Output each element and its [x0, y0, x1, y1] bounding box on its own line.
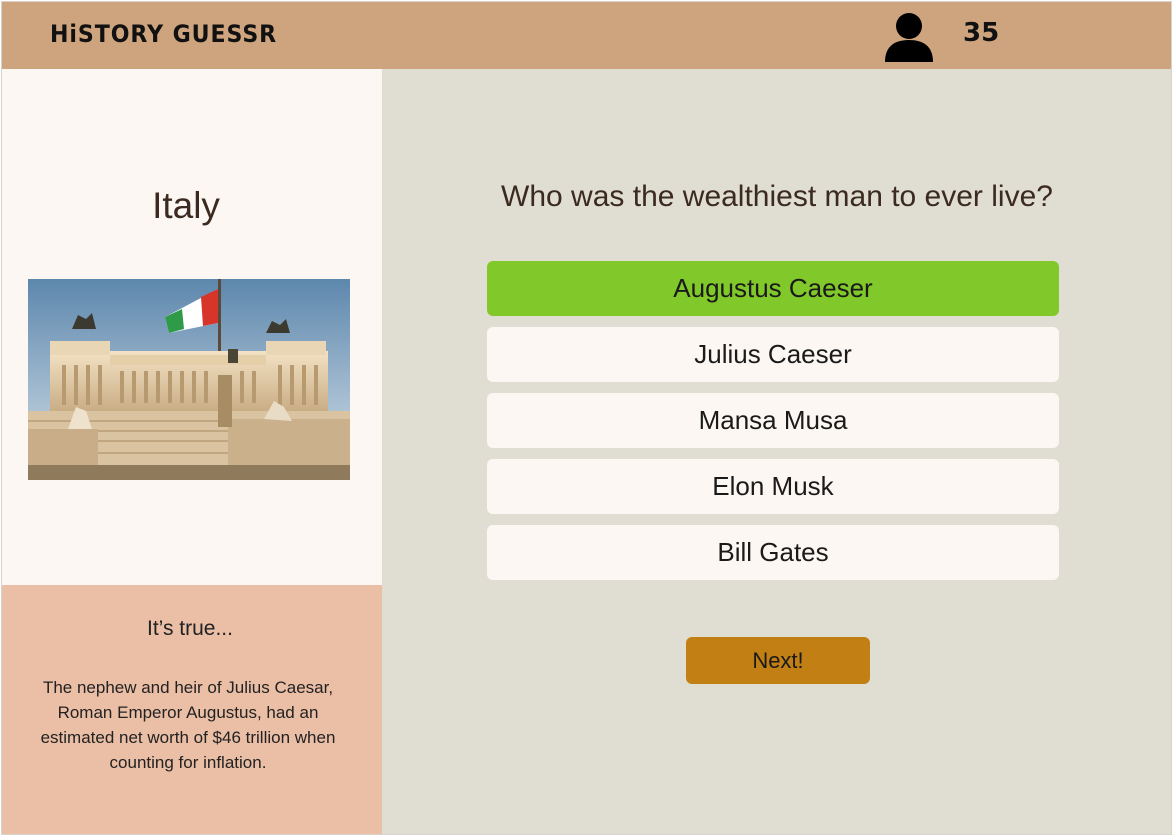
app-logo[interactable]: HiSTORY GUESSR [50, 20, 277, 48]
header-bar: HiSTORY GUESSR 35 [2, 2, 1171, 69]
answer-option-2[interactable]: Julius Caeser [487, 327, 1059, 382]
next-button[interactable]: Next! [686, 637, 870, 684]
user-icon[interactable] [882, 10, 936, 62]
answer-option-3[interactable]: Mansa Musa [487, 393, 1059, 448]
score-counter: 35 [963, 18, 1000, 48]
country-name: Italy [152, 185, 220, 226]
question-text: Who was the wealthiest man to ever live? [501, 180, 1053, 213]
answer-option-1[interactable]: Augustus Caeser [487, 261, 1059, 316]
fun-fact-panel: It’s true... The nephew and heir of Juli… [2, 585, 382, 834]
answer-option-4[interactable]: Elon Musk [487, 459, 1059, 514]
country-photo [28, 279, 350, 480]
answer-option-5[interactable]: Bill Gates [487, 525, 1059, 580]
app-frame: HiSTORY GUESSR 35 Italy It’s true... The… [1, 1, 1172, 835]
fact-title: It’s true... [147, 617, 233, 640]
fact-text: The nephew and heir of Julius Caesar, Ro… [40, 678, 336, 772]
country-panel: Italy [2, 69, 382, 585]
